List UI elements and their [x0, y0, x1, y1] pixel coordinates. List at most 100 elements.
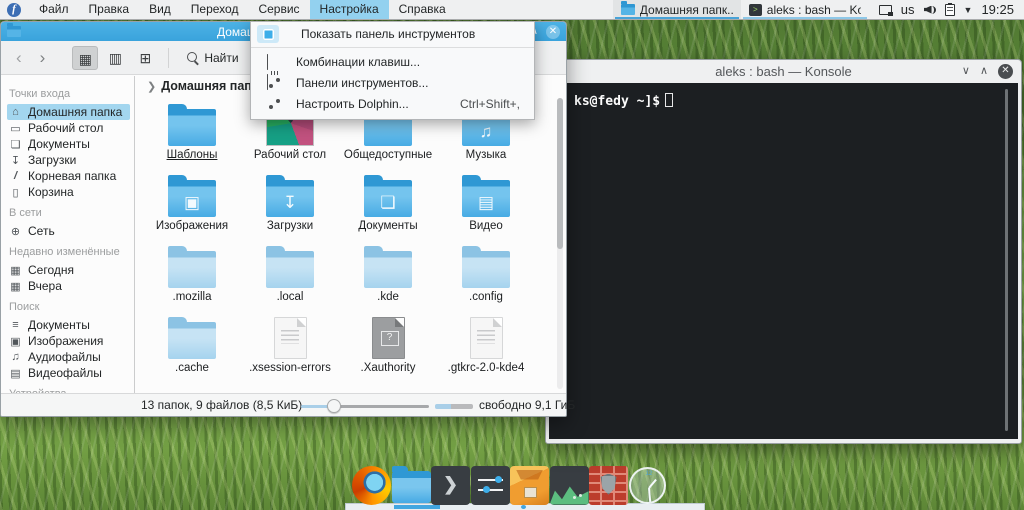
menu-item-configure-dolphin[interactable]: Настроить Dolphin... Ctrl+Shift+, — [251, 93, 534, 114]
image-viewer-icon[interactable] — [550, 466, 589, 505]
file-item[interactable]: Шаблоны — [143, 100, 241, 171]
expand-arrow-icon[interactable]: ▼ — [964, 5, 973, 15]
menu-settings[interactable]: Настройка — [310, 0, 389, 19]
file-item[interactable]: ▣Изображения — [143, 171, 241, 242]
menu-separator — [251, 47, 534, 48]
forward-icon[interactable]: › — [33, 49, 53, 66]
zoom-slider-handle[interactable] — [327, 399, 341, 413]
sidebar-item-yesterday[interactable]: ▦Вчера — [7, 278, 130, 294]
keyboard-layout-indicator[interactable]: us — [901, 2, 915, 17]
terminal-area[interactable]: ks@fedy ~]$ — [549, 83, 1018, 439]
sidebar-item-downloads[interactable]: ↧Загрузки — [7, 152, 130, 168]
hidden-folder-icon — [266, 251, 314, 288]
network-icon[interactable] — [879, 5, 892, 15]
icons-view-button[interactable]: ▦ — [72, 46, 98, 70]
firefox-icon[interactable] — [352, 466, 391, 505]
details-view-button[interactable]: ▥ — [102, 46, 128, 70]
panel-clock[interactable]: 19:25 — [981, 2, 1018, 17]
file-item[interactable]: .gtkrc-2.0-kde4 — [437, 313, 535, 384]
menu-item-show-toolbar[interactable]: Показать панель инструментов — [251, 22, 534, 46]
text-file-icon — [470, 317, 503, 359]
file-item[interactable]: .cache — [143, 313, 241, 384]
volume-icon[interactable] — [924, 4, 936, 16]
folder-view[interactable]: ❯ Домашняя папка Шаблоны Рабочий стол Об… — [135, 76, 566, 393]
back-icon[interactable]: ‹ — [9, 49, 29, 66]
find-button[interactable]: Найти — [179, 48, 245, 68]
sidebar-item-desktop[interactable]: ▭Рабочий стол — [7, 120, 130, 136]
close-icon[interactable]: ✕ — [546, 25, 560, 39]
free-space-label: свободно 9,1 ГиБ — [479, 398, 575, 412]
sidebar-item-home[interactable]: ⌂Домашняя папка — [7, 104, 130, 120]
hidden-folder-icon — [462, 251, 510, 288]
file-item[interactable]: .Xauthority — [339, 313, 437, 384]
calendar-icon: ▦ — [9, 264, 22, 277]
menu-file[interactable]: Файл — [29, 0, 79, 19]
view-scrollbar[interactable] — [557, 98, 563, 389]
file-item[interactable]: .xsession-errors — [241, 313, 339, 384]
minimize-icon[interactable]: ∨ — [962, 66, 970, 77]
system-tray: us ▼ 19:25 — [869, 0, 1024, 19]
file-item[interactable]: .config — [437, 242, 535, 313]
file-item[interactable]: ↧Загрузки — [241, 171, 339, 242]
menu-tools[interactable]: Сервис — [248, 0, 309, 19]
sidebar-item-trash[interactable]: ▯Корзина — [7, 184, 130, 200]
image-icon: ▣ — [9, 335, 22, 348]
menu-help[interactable]: Справка — [389, 0, 456, 19]
konsole-titlebar[interactable]: aleks : bash — Konsole ∨ ∧ ✕ — [546, 60, 1021, 83]
zoom-slider[interactable] — [301, 405, 429, 408]
firewall-icon[interactable] — [589, 466, 628, 505]
sidebar-item-search-audio[interactable]: ♫Аудиофайлы — [7, 349, 130, 365]
sliders-icon — [267, 97, 282, 110]
terminal-scrollbar[interactable] — [1005, 89, 1008, 431]
close-icon[interactable]: ✕ — [998, 64, 1013, 79]
task-dolphin[interactable]: Домашняя папк... — [613, 0, 741, 19]
package-manager-icon[interactable] — [510, 466, 549, 505]
section-title: Недавно изменённые — [9, 246, 134, 258]
clock-icon[interactable]: 12 — [629, 467, 666, 504]
hidden-folder-icon — [168, 251, 216, 288]
settings-icon[interactable] — [471, 466, 510, 505]
sliders-icon — [267, 76, 282, 89]
file-item[interactable]: ❏Документы — [339, 171, 437, 242]
file-grid: Шаблоны Рабочий стол Общедоступные ♫Музы… — [143, 100, 535, 384]
free-space-bar — [435, 404, 473, 409]
file-item[interactable]: .kde — [339, 242, 437, 313]
monitor-icon: ▭ — [9, 122, 22, 135]
hidden-folder-icon — [168, 322, 216, 359]
folder-icon — [621, 4, 635, 15]
sidebar-item-network[interactable]: ⊕Сеть — [7, 223, 130, 239]
settings-menu-popup: Показать панель инструментов Комбинации … — [250, 21, 535, 120]
search-icon — [186, 51, 199, 64]
fedora-launcher-icon[interactable]: f — [7, 3, 21, 17]
clipboard-icon[interactable] — [945, 4, 955, 16]
terminal-prompt: ks@fedy ~]$ — [574, 93, 673, 109]
checkbox-checked-icon[interactable] — [257, 25, 279, 43]
konsole-title: aleks : bash — Konsole — [715, 64, 852, 79]
file-item[interactable]: ▤Видео — [437, 171, 535, 242]
terminal-icon[interactable]: ❯ — [431, 466, 470, 505]
tree-view-button[interactable]: ⊞ — [132, 46, 158, 70]
menu-item-toolbars[interactable]: Панели инструментов... — [251, 72, 534, 93]
film-icon: ▤ — [9, 367, 22, 380]
sidebar-item-documents[interactable]: ❏Документы — [7, 136, 130, 152]
section-title: В сети — [9, 207, 134, 219]
task-konsole[interactable]: > aleks : bash — Ko... — [741, 0, 869, 19]
menu-edit[interactable]: Правка — [79, 0, 140, 19]
calendar-icon: ▦ — [9, 280, 22, 293]
file-item[interactable]: .mozilla — [143, 242, 241, 313]
sidebar-item-search-documents[interactable]: ≡Документы — [7, 317, 130, 333]
menu-item-shortcuts[interactable]: Комбинации клавиш... — [251, 51, 534, 72]
items-summary: 13 папок, 9 файлов (8,5 КиБ) — [141, 398, 302, 412]
maximize-icon[interactable]: ∧ — [980, 66, 988, 77]
trash-icon: ▯ — [9, 186, 22, 199]
sidebar-item-root[interactable]: /Корневая папка — [7, 168, 130, 184]
sidebar-item-today[interactable]: ▦Сегодня — [7, 262, 130, 278]
file-manager-icon[interactable] — [392, 471, 431, 503]
menu-view[interactable]: Вид — [139, 0, 181, 19]
document-icon: ❏ — [9, 138, 22, 151]
documents-folder-icon: ❏ — [364, 180, 412, 217]
menu-go[interactable]: Переход — [181, 0, 249, 19]
file-item[interactable]: .local — [241, 242, 339, 313]
sidebar-item-search-images[interactable]: ▣Изображения — [7, 333, 130, 349]
sidebar-item-search-video[interactable]: ▤Видеофайлы — [7, 365, 130, 381]
